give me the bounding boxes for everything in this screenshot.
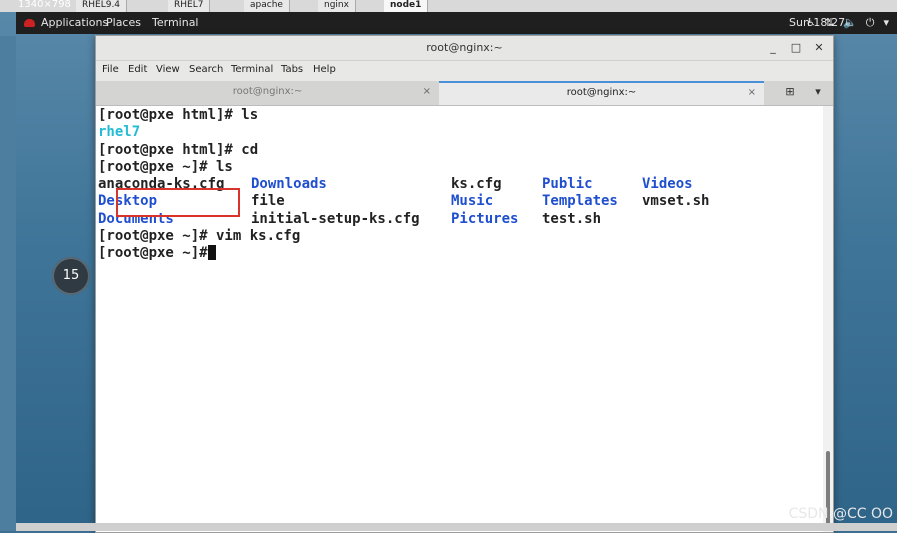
close-button[interactable]: ✕	[811, 40, 827, 56]
terminal-line: [root@pxe html]# cd	[98, 142, 259, 158]
redhat-logo-icon	[24, 19, 35, 27]
minimize-button[interactable]: _	[765, 40, 781, 56]
vm-tab-apache[interactable]: apache	[244, 0, 290, 12]
accessibility-icon[interactable]: ♿	[806, 12, 816, 34]
listing-entry: Music	[451, 193, 494, 209]
menu-terminal[interactable]: Terminal	[231, 64, 273, 75]
resolution-readout: 1340×798	[18, 0, 71, 10]
close-tab-2-icon[interactable]: ×	[748, 83, 756, 103]
tab-2-label: root@nginx:~	[566, 87, 637, 98]
menu-bar: File Edit View Search Terminal Tabs Help	[96, 61, 833, 81]
tab-menu-chevron-icon[interactable]: ▾	[806, 81, 830, 105]
annotation-highlight-box	[116, 188, 240, 217]
applications-menu[interactable]: Applications	[24, 12, 108, 34]
listing-entry: Videos	[642, 176, 693, 192]
menu-tabs[interactable]: Tabs	[281, 64, 303, 75]
left-side-strip	[0, 36, 16, 531]
close-tab-1-icon[interactable]: ×	[423, 81, 431, 103]
places-menu[interactable]: Places	[106, 12, 141, 34]
menu-help[interactable]: Help	[313, 64, 336, 75]
vm-tab-rhel94[interactable]: RHEL9.4	[76, 0, 128, 12]
terminal-app-menu[interactable]: Terminal	[152, 12, 199, 34]
terminal-cursor	[207, 245, 216, 260]
tab-1[interactable]: root@nginx:~ ×	[96, 81, 439, 105]
menu-edit[interactable]: Edit	[128, 64, 147, 75]
window-titlebar[interactable]: root@nginx:~ _ □ ✕	[96, 36, 833, 61]
listing-entry: vmset.sh	[642, 193, 710, 209]
vm-tab-node1[interactable]: node1	[384, 0, 429, 12]
gnome-top-bar: Applications Places Terminal Sun 18:27 ♿…	[16, 12, 897, 34]
terminal-line-vim-command: [root@pxe ~]# vim ks.cfg	[98, 228, 301, 244]
window-title: root@nginx:~	[426, 41, 503, 54]
vm-tab-strip: 1340×798 RHEL9.4 RHEL7 apache nginx node…	[0, 0, 897, 12]
prompt-text: [root@pxe ~]#	[98, 245, 208, 261]
listing-entry: ks.cfg	[451, 176, 502, 192]
power-icon[interactable]: ⏻	[866, 12, 875, 34]
listing-entry: Templates	[542, 193, 618, 209]
volume-icon[interactable]: 🔈	[843, 12, 857, 34]
maximize-button[interactable]: □	[788, 40, 804, 56]
replay-15-icon[interactable]: 15	[52, 257, 90, 295]
menu-file[interactable]: File	[102, 64, 119, 75]
terminal-output[interactable]: [root@pxe html]# ls rhel7 [root@pxe html…	[96, 106, 823, 532]
terminal-window: root@nginx:~ _ □ ✕ File Edit View Search…	[95, 35, 834, 533]
listing-entry: Pictures	[451, 211, 519, 227]
csdn-watermark: CSDN @CC OO	[788, 506, 893, 522]
tab-2[interactable]: root@nginx:~ ×	[439, 81, 764, 105]
bottom-taskbar	[16, 523, 897, 531]
listing-entry: Downloads	[251, 176, 327, 192]
listing-entry: test.sh	[542, 211, 602, 227]
chevron-down-icon[interactable]: ▾	[883, 12, 889, 34]
applications-label: Applications	[41, 16, 109, 29]
listing-entry: Public	[542, 176, 593, 192]
new-tab-icon[interactable]: ⊞	[778, 81, 802, 105]
menu-view[interactable]: View	[156, 64, 180, 75]
terminal-line-rhel7: rhel7	[98, 124, 141, 140]
terminal-line: [root@pxe ~]# ls	[98, 159, 233, 175]
network-icon[interactable]: ⇅	[825, 12, 834, 34]
tab-1-label: root@nginx:~	[232, 86, 303, 97]
vm-tab-nginx[interactable]: nginx	[318, 0, 356, 12]
listing-entry: initial-setup-ks.cfg	[251, 211, 420, 227]
terminal-prompt-line: [root@pxe ~]#	[98, 245, 216, 262]
vm-tab-rhel7[interactable]: RHEL7	[168, 0, 211, 12]
system-tray[interactable]: ♿ ⇅ 🔈 ⏻ ▾	[806, 12, 889, 34]
terminal-tab-bar: root@nginx:~ × root@nginx:~ × ⊞ ▾	[96, 81, 833, 106]
menu-search[interactable]: Search	[189, 64, 223, 75]
terminal-line: [root@pxe html]# ls	[98, 107, 259, 123]
listing-entry: file	[251, 193, 285, 209]
terminal-scrollbar[interactable]	[823, 106, 833, 532]
